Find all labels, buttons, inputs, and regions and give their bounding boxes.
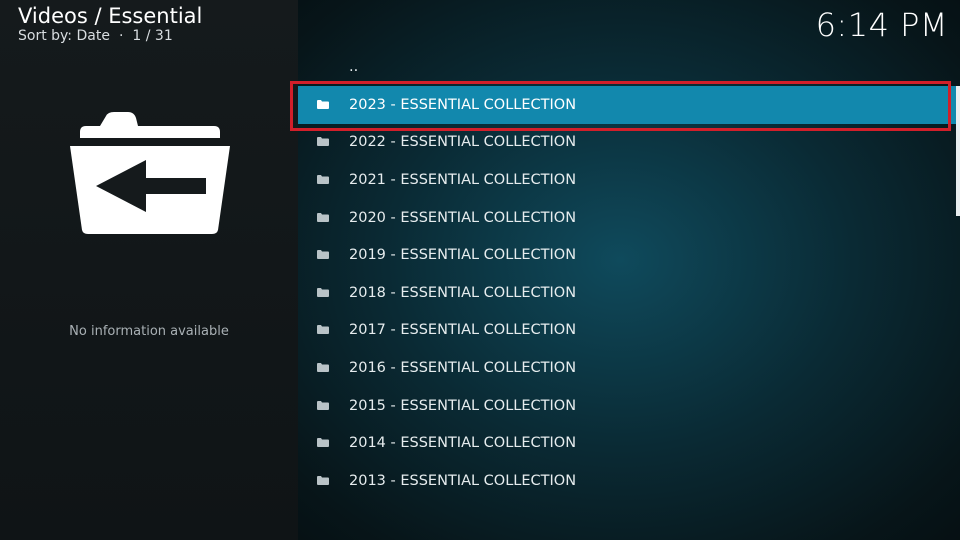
list-item-2018[interactable]: 2018 - ESSENTIAL COLLECTION — [298, 274, 960, 312]
folder-icon — [317, 400, 329, 410]
list-item-label: 2016 - ESSENTIAL COLLECTION — [349, 359, 577, 376]
list-item-label: 2018 - ESSENTIAL COLLECTION — [349, 284, 577, 301]
breadcrumb-title: Videos / Essential — [18, 4, 203, 28]
list-item-label: 2017 - ESSENTIAL COLLECTION — [349, 322, 577, 339]
list-item-label: 2013 - ESSENTIAL COLLECTION — [349, 472, 577, 489]
no-info-text: No information available — [69, 324, 229, 339]
folder-icon — [317, 362, 329, 372]
list-item-label: 2019 - ESSENTIAL COLLECTION — [349, 247, 577, 264]
folder-back-icon[interactable] — [68, 112, 232, 234]
list-item-2020[interactable]: 2020 - ESSENTIAL COLLECTION — [298, 199, 960, 237]
list-item-label: .. — [349, 59, 359, 75]
sort-info: Sort by: Date · 1 / 31 — [18, 28, 173, 44]
folder-icon — [317, 137, 329, 147]
folder-icon — [317, 287, 329, 297]
folder-icon — [317, 212, 329, 222]
list-item-2023[interactable]: 2023 - ESSENTIAL COLLECTION — [298, 86, 960, 124]
list-item-label: 2023 - ESSENTIAL COLLECTION — [349, 96, 577, 113]
folder-icon — [317, 475, 329, 485]
file-list: .. 2023 - ESSENTIAL COLLECTION 2022 - ES… — [298, 51, 960, 500]
info-panel: No information available — [0, 0, 298, 540]
list-item-label: 2015 - ESSENTIAL COLLECTION — [349, 397, 577, 414]
list-item-label: 2014 - ESSENTIAL COLLECTION — [349, 435, 577, 452]
folder-icon — [317, 250, 329, 260]
folder-icon — [317, 438, 329, 448]
clock: 6:14 PM — [815, 6, 948, 44]
separator: · — [118, 28, 124, 44]
scrollbar[interactable] — [956, 86, 960, 216]
sort-label[interactable]: Sort by: Date — [18, 28, 110, 44]
list-item-label: 2022 - ESSENTIAL COLLECTION — [349, 134, 577, 151]
folder-icon — [317, 99, 329, 109]
list-item-2014[interactable]: 2014 - ESSENTIAL COLLECTION — [298, 424, 960, 462]
list-item-2016[interactable]: 2016 - ESSENTIAL COLLECTION — [298, 349, 960, 387]
item-position: 1 / 31 — [132, 28, 173, 44]
list-item-2019[interactable]: 2019 - ESSENTIAL COLLECTION — [298, 236, 960, 274]
folder-icon — [317, 174, 329, 184]
list-item-label: 2021 - ESSENTIAL COLLECTION — [349, 171, 577, 188]
list-item-2013[interactable]: 2013 - ESSENTIAL COLLECTION — [298, 462, 960, 500]
list-item-label: 2020 - ESSENTIAL COLLECTION — [349, 209, 577, 226]
folder-icon — [317, 325, 329, 335]
list-item-2017[interactable]: 2017 - ESSENTIAL COLLECTION — [298, 312, 960, 350]
parent-folder-item[interactable]: .. — [298, 51, 960, 86]
list-item-2021[interactable]: 2021 - ESSENTIAL COLLECTION — [298, 161, 960, 199]
kodi-screen: No information available Videos / Essent… — [0, 0, 960, 540]
list-item-2022[interactable]: 2022 - ESSENTIAL COLLECTION — [298, 124, 960, 162]
list-item-2015[interactable]: 2015 - ESSENTIAL COLLECTION — [298, 387, 960, 425]
